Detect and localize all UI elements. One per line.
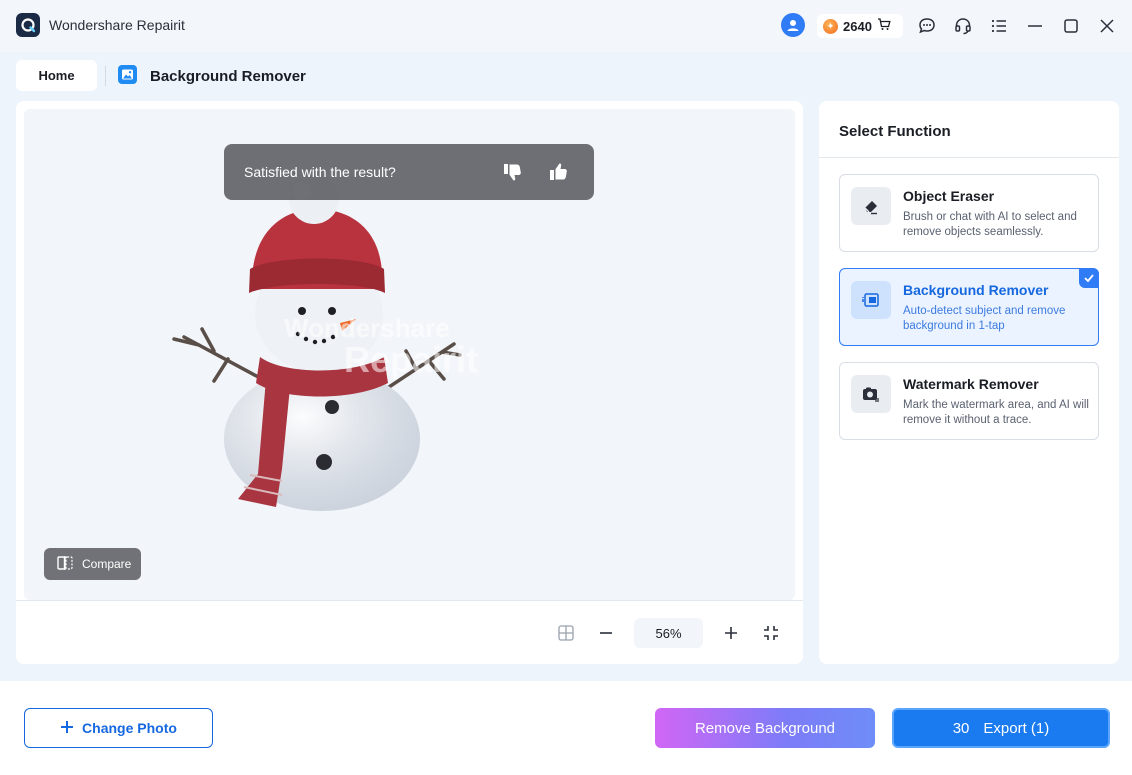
coin-icon: ✦ [823,18,838,34]
change-photo-button[interactable]: Change Photo [24,708,213,748]
cart-icon [877,18,891,34]
maximize-icon[interactable] [1060,15,1082,37]
function-name: Background Remover [903,282,1049,298]
zoom-in-icon[interactable] [721,623,741,643]
background-remover-tab-icon [118,65,137,84]
function-description: Auto-detect subject and remove backgroun… [903,305,1066,332]
watermark: Wondershare Repairit [284,314,478,378]
thumbs-up-icon[interactable] [546,160,570,184]
app-logo-icon [16,13,40,37]
function-panel: Select Function Object Eraser Brush or c… [819,101,1119,664]
menu-list-icon[interactable] [988,15,1010,37]
feedback-text: Satisfied with the result? [244,164,396,180]
export-label: Export (1) [983,719,1050,737]
remove-background-button[interactable]: Remove Background [655,708,875,748]
compare-button[interactable]: Compare [44,548,141,580]
function-name: Object Eraser [903,188,995,204]
headset-icon[interactable] [952,15,974,37]
function-panel-divider [819,157,1119,158]
zoom-out-icon[interactable] [596,623,616,643]
page-title: Background Remover [150,68,306,85]
watermark-line2: Repairit [344,339,479,380]
eraser-icon [851,187,891,225]
compare-icon [56,554,74,575]
title-bar: Wondershare Repairit ✦ 2640 [0,0,1132,52]
close-icon[interactable] [1096,15,1118,37]
function-object-eraser[interactable]: Object Eraser Brush or chat with AI to s… [839,174,1099,252]
plus-icon [60,720,74,737]
canvas-card: Wondershare Repairit Satisfied with the … [16,101,803,664]
function-description: Mark the watermark area, and AI will rem… [903,399,1089,426]
chat-icon[interactable] [916,15,938,37]
tab-divider [105,66,106,86]
export-button[interactable]: 30 Export (1) [892,708,1110,748]
export-count: 30 [952,719,970,737]
feedback-prompt: Satisfied with the result? [224,144,594,200]
function-name: Watermark Remover [903,376,1039,392]
function-watermark-remover[interactable]: Watermark Remover Mark the watermark are… [839,362,1099,440]
function-panel-title: Select Function [839,123,951,140]
zoom-toolbar: 56% [16,601,803,664]
user-avatar-icon[interactable] [781,13,805,37]
selected-check-icon [1079,268,1099,288]
grid-toggle-icon[interactable] [556,623,576,643]
footer-bar: Change Photo Remove Background 30 Export… [0,681,1132,775]
fit-screen-icon[interactable] [761,623,781,643]
image-canvas[interactable]: Wondershare Repairit Satisfied with the … [24,109,795,600]
compare-label: Compare [82,557,132,571]
change-photo-label: Change Photo [82,720,177,736]
app-title: Wondershare Repairit [49,17,185,33]
function-background-remover[interactable]: Background Remover Auto-detect subject a… [839,268,1099,346]
function-description: Brush or chat with AI to select and remo… [903,211,1077,238]
zoom-level: 56% [634,618,703,648]
credits-badge[interactable]: ✦ 2640 [817,14,903,38]
thumbs-down-icon[interactable] [500,160,524,184]
credits-count: 2640 [843,18,872,34]
watermark-line1: Wondershare [284,313,450,343]
watermark-remover-icon [851,375,891,413]
tab-row: Home Background Remover [0,52,1132,100]
minimize-icon[interactable] [1024,15,1046,37]
tab-home[interactable]: Home [16,60,97,91]
background-remover-icon [851,281,891,319]
